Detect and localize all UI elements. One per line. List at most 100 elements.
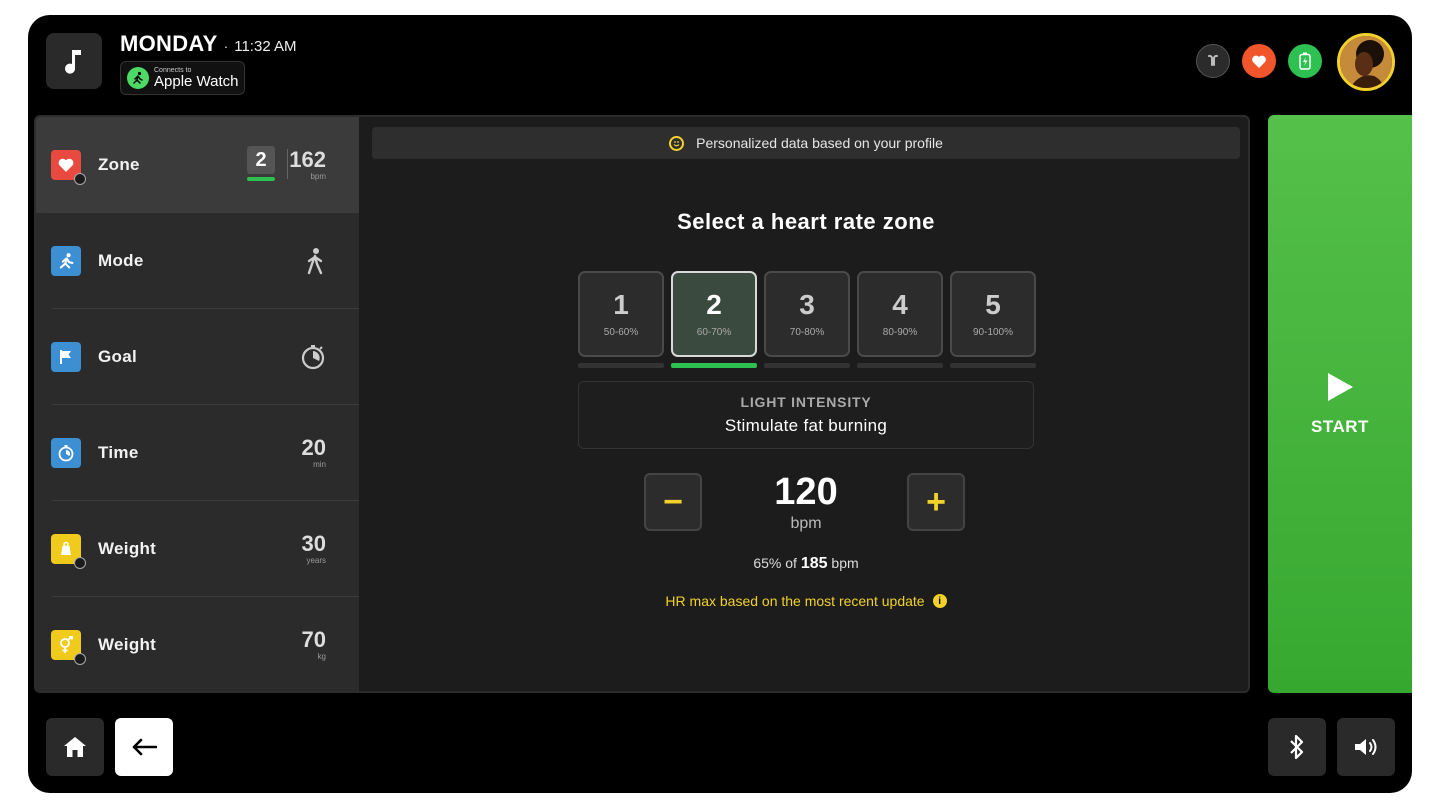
date-separator: · xyxy=(223,38,229,54)
sidebar-item-label: Mode xyxy=(98,251,144,270)
volume-icon xyxy=(1355,739,1377,755)
personalized-banner: Personalized data based on your profile xyxy=(372,127,1240,159)
sidebar-item-zone[interactable]: Zone 2 162 bpm xyxy=(36,117,359,213)
time-label: 11:32 AM xyxy=(234,38,297,55)
hr-percentage: 65% of 185 bpm xyxy=(372,555,1240,573)
sidebar-item-time[interactable]: Time 20 min xyxy=(36,405,359,501)
zone-number: 1 xyxy=(613,288,629,320)
bpm-display: 120 bpm xyxy=(736,473,876,533)
battery-icon[interactable] xyxy=(1288,44,1322,78)
zone-button-3[interactable]: 3 70-80% xyxy=(764,271,850,357)
running-icon xyxy=(51,246,81,276)
gender-icon xyxy=(51,630,86,665)
timer-icon xyxy=(51,438,81,468)
bluetooth-button[interactable] xyxy=(1268,718,1326,776)
intensity-description: Stimulate fat burning xyxy=(724,416,888,435)
music-button[interactable] xyxy=(46,33,102,89)
profile-badge-icon xyxy=(74,557,86,569)
zone-indicator xyxy=(857,363,943,368)
settings-sidebar: Zone 2 162 bpm Mode Goal Time 20 min Wei… xyxy=(36,117,359,691)
sidebar-item-label: Weight xyxy=(98,635,157,654)
weight-icon xyxy=(51,534,86,569)
bluetooth-icon xyxy=(1290,735,1304,759)
home-button[interactable] xyxy=(46,718,104,776)
walking-person-icon xyxy=(304,247,326,275)
sidebar-value-number: 70 xyxy=(301,627,326,652)
bpm-unit: bpm xyxy=(790,515,822,532)
zone-button-2[interactable]: 2 60-70% xyxy=(671,271,757,357)
sidebar-value-number: 20 xyxy=(301,435,326,460)
profile-badge-icon xyxy=(74,173,86,185)
zone-range: 60-70% xyxy=(696,326,732,338)
sidebar-item-value: 30 years xyxy=(302,533,326,565)
device-frame: MONDAY · 11:32 AM Connects to Apple Watc… xyxy=(28,15,1412,793)
zone-range: 80-90% xyxy=(882,326,918,338)
decrease-bpm-button[interactable]: − xyxy=(644,473,702,531)
zone-chip-bar xyxy=(247,177,275,181)
flag-icon xyxy=(51,342,81,372)
zone-range: 90-100% xyxy=(972,326,1014,338)
back-button[interactable] xyxy=(115,718,173,776)
runner-icon xyxy=(127,67,149,89)
sidebar-item-label: Zone xyxy=(98,155,140,174)
main-panel: Zone 2 162 bpm Mode Goal Time 20 min Wei… xyxy=(34,115,1250,693)
heart-icon xyxy=(51,150,86,185)
start-label: START xyxy=(1311,417,1369,436)
zone-button-5[interactable]: 5 90-100% xyxy=(950,271,1036,357)
play-icon xyxy=(1328,373,1353,401)
sidebar-value-unit: min xyxy=(313,460,326,469)
sidebar-item-goal[interactable]: Goal xyxy=(36,309,359,405)
smile-icon xyxy=(669,135,685,151)
zone-number: 5 xyxy=(985,288,1001,320)
zone-chip: 2 xyxy=(246,146,276,182)
zone-number: 2 xyxy=(706,288,722,320)
apple-watch-badge[interactable]: Connects to Apple Watch xyxy=(120,61,245,95)
hr-max-value: 185 xyxy=(800,555,828,572)
zone-indicator xyxy=(764,363,850,368)
zone-number: 3 xyxy=(799,288,815,320)
music-note-icon xyxy=(65,50,81,74)
pct-prefix: 65% of xyxy=(753,555,797,571)
volume-button[interactable] xyxy=(1337,718,1395,776)
profile-badge-icon xyxy=(74,653,86,665)
zone-button-1[interactable]: 1 50-60% xyxy=(578,271,664,357)
hr-max-note-text: HR max based on the most recent update xyxy=(665,593,925,609)
start-button[interactable]: START xyxy=(1268,115,1412,693)
sidebar-item-value: 20 min xyxy=(302,437,326,469)
heart-rate-icon[interactable] xyxy=(1242,44,1276,78)
sidebar-item-weight[interactable]: Weight 70 kg xyxy=(36,597,359,691)
watch-name-label: Apple Watch xyxy=(154,73,239,90)
user-avatar[interactable] xyxy=(1337,33,1395,91)
sidebar-item-value: 70 kg xyxy=(302,629,326,661)
home-icon xyxy=(64,737,86,757)
zone-range: 50-60% xyxy=(603,326,639,338)
zone-divider xyxy=(287,149,288,179)
banner-text: Personalized data based on your profile xyxy=(696,135,943,151)
zone-range: 70-80% xyxy=(789,326,825,338)
sidebar-value-number: 30 xyxy=(301,531,326,556)
date-time: MONDAY · 11:32 AM xyxy=(120,31,297,57)
hr-max-note[interactable]: HR max based on the most recent update i xyxy=(372,593,1240,609)
sidebar-value-unit: years xyxy=(306,556,326,565)
sidebar-item-age[interactable]: Weight 30 years xyxy=(36,501,359,597)
sidebar-item-value: 162 bpm xyxy=(289,149,326,181)
info-icon[interactable]: i xyxy=(932,594,947,608)
intensity-title: LIGHT INTENSITY xyxy=(740,394,872,410)
earbuds-icon[interactable] xyxy=(1196,44,1230,78)
sidebar-value-unit: kg xyxy=(317,652,326,661)
page-title: Select a heart rate zone xyxy=(677,209,935,234)
sidebar-item-label: Time xyxy=(98,443,139,462)
bpm-value: 120 xyxy=(774,471,838,513)
zone-number: 4 xyxy=(892,288,908,320)
zone-chip-number: 2 xyxy=(247,146,275,174)
sidebar-item-mode[interactable]: Mode xyxy=(36,213,359,309)
status-icons xyxy=(1196,44,1322,78)
zone-selector: 1 50-60% 2 60-70% 3 70-80% 4 80-90% 5 90… xyxy=(578,271,1036,368)
stopwatch-icon xyxy=(300,344,326,370)
zone-indicator xyxy=(950,363,1036,368)
zone-indicator xyxy=(578,363,664,368)
increase-bpm-button[interactable]: + xyxy=(907,473,965,531)
sidebar-item-label: Weight xyxy=(98,539,157,558)
intensity-card: LIGHT INTENSITY Stimulate fat burning xyxy=(578,381,1034,449)
zone-button-4[interactable]: 4 80-90% xyxy=(857,271,943,357)
